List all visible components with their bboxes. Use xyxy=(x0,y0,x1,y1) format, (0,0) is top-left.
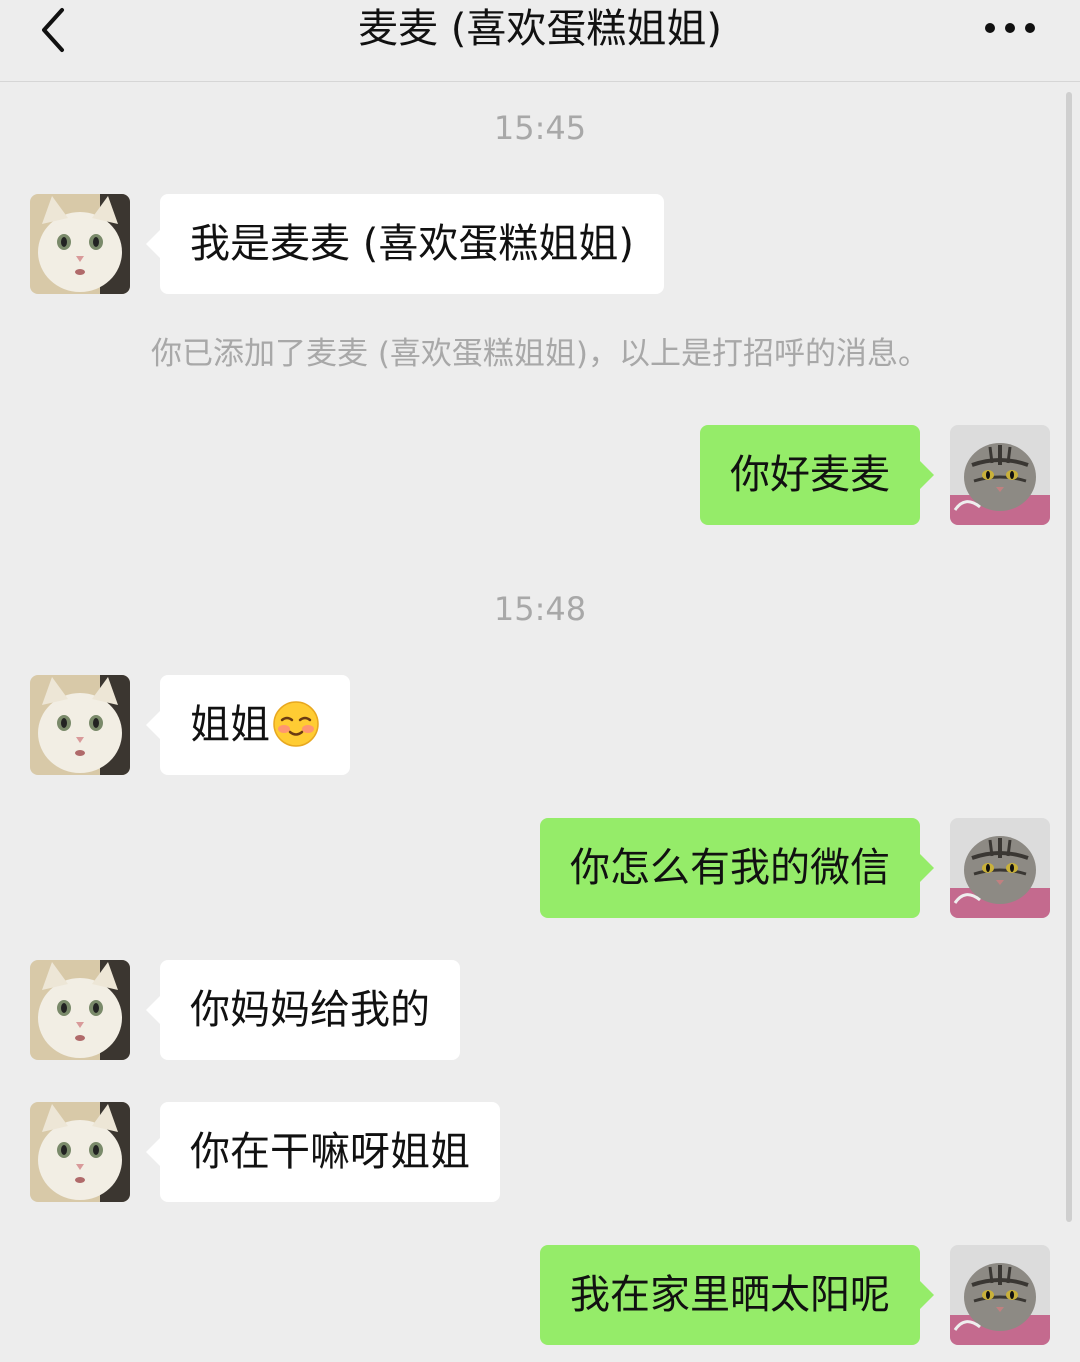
contact-avatar[interactable] xyxy=(30,194,130,294)
contact-avatar[interactable] xyxy=(30,960,130,1060)
incoming-message-bubble[interactable]: 我是麦麦 (喜欢蛋糕姐姐) xyxy=(146,194,664,294)
back-button[interactable] xyxy=(30,4,80,54)
chevron-left-icon xyxy=(42,8,64,52)
cat-avatar-tabby-icon xyxy=(950,818,1050,918)
more-dots-icon xyxy=(985,23,1035,33)
self-avatar[interactable] xyxy=(950,425,1050,525)
message-text: 姐姐 xyxy=(190,702,270,748)
more-button[interactable] xyxy=(980,10,1040,46)
outgoing-message-bubble[interactable]: 我在家里晒太阳呢 xyxy=(540,1245,934,1345)
cat-avatar-white-icon xyxy=(30,1102,130,1202)
cat-avatar-white-icon xyxy=(30,194,130,294)
cat-avatar-tabby-icon xyxy=(950,1245,1050,1345)
contact-avatar[interactable] xyxy=(30,1102,130,1202)
cat-avatar-white-icon xyxy=(30,675,130,775)
shy-smile-emoji-icon xyxy=(273,701,319,747)
self-avatar[interactable] xyxy=(950,818,1050,918)
scrollbar[interactable] xyxy=(1066,92,1072,1222)
chat-title: 麦麦 (喜欢蛋糕姐姐) xyxy=(358,6,722,52)
contact-avatar[interactable] xyxy=(30,675,130,775)
cat-avatar-tabby-icon xyxy=(950,425,1050,525)
chat-header: 麦麦 (喜欢蛋糕姐姐) xyxy=(0,0,1080,82)
cat-avatar-white-icon xyxy=(30,960,130,1060)
system-notice: 你已添加了麦麦 (喜欢蛋糕姐姐)，以上是打招呼的消息。 xyxy=(150,336,930,372)
outgoing-message-bubble[interactable]: 你好麦麦 xyxy=(700,425,934,525)
timestamp: 15:45 xyxy=(493,109,587,147)
incoming-message-bubble[interactable]: 姐姐 xyxy=(146,675,350,775)
outgoing-message-bubble[interactable]: 你怎么有我的微信 xyxy=(540,818,934,918)
incoming-message-bubble[interactable]: 你在干嘛呀姐姐 xyxy=(146,1102,500,1202)
self-avatar[interactable] xyxy=(950,1245,1050,1345)
timestamp: 15:48 xyxy=(493,590,587,628)
incoming-message-bubble[interactable]: 你妈妈给我的 xyxy=(146,960,460,1060)
